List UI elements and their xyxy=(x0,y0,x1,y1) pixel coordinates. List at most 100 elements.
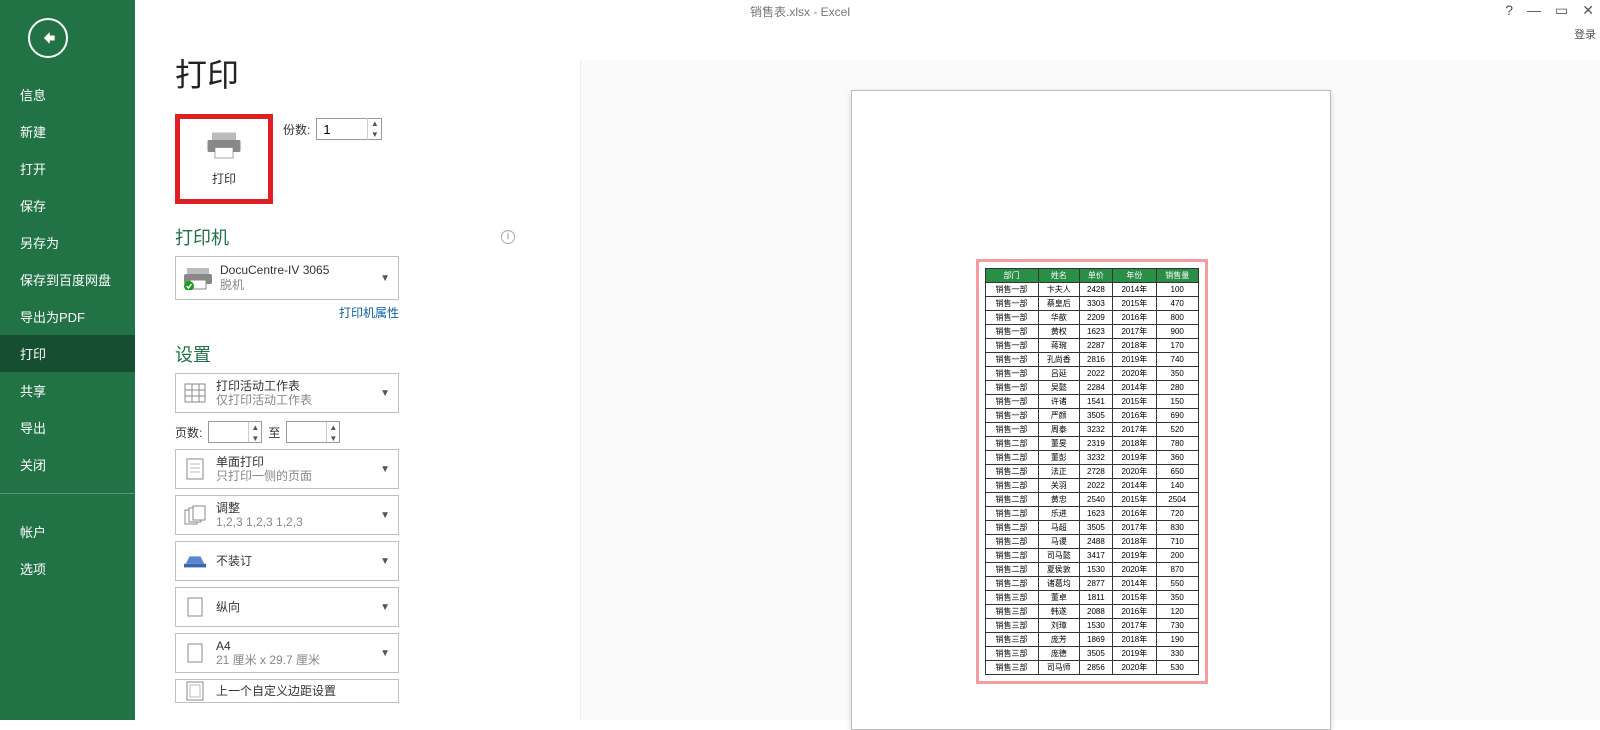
copies-input[interactable]: 1 ▲▼ xyxy=(316,118,382,140)
print-sides-select[interactable]: 单面打印只打印一侧的页面 ▼ xyxy=(175,449,399,489)
sidebar-item-open[interactable]: 打开 xyxy=(0,150,135,187)
margins-icon xyxy=(184,680,206,702)
chevron-down-icon: ▼ xyxy=(380,602,390,613)
table-row: 销售二部法正27282020年650 xyxy=(985,465,1198,479)
table-row: 销售三部庞德35052019年330 xyxy=(985,647,1198,661)
staple-select[interactable]: 不装订 ▼ xyxy=(175,541,399,581)
help-icon[interactable]: ? xyxy=(1505,2,1513,19)
table-row: 销售三部庞芳18692018年190 xyxy=(985,633,1198,647)
minimize-icon[interactable]: — xyxy=(1527,2,1541,19)
close-icon[interactable]: ✕ xyxy=(1582,2,1594,19)
table-row: 销售二部司马懿34172019年200 xyxy=(985,549,1198,563)
table-header: 姓名 xyxy=(1038,269,1080,283)
titlebar: 销售表.xlsx - Excel ? — ▭ ✕ xyxy=(0,0,1600,24)
printer-heading: 打印机 xyxy=(175,224,229,250)
sidebar-item-exportpdf[interactable]: 导出为PDF xyxy=(0,298,135,335)
chevron-down-icon: ▼ xyxy=(380,648,390,659)
login-link[interactable]: 登录 xyxy=(1574,26,1596,42)
sidebar-item-saveas[interactable]: 另存为 xyxy=(0,224,135,261)
table-row: 销售一部蒋琬22872018年170 xyxy=(985,339,1198,353)
table-row: 销售一部孔尚香28162019年740 xyxy=(985,353,1198,367)
print-button-label: 打印 xyxy=(212,170,236,187)
printer-properties-link[interactable]: 打印机属性 xyxy=(175,304,399,321)
table-row: 销售二部诸葛均28772014年550 xyxy=(985,577,1198,591)
printer-status-icon xyxy=(184,266,212,290)
printer-status: 脱机 xyxy=(220,278,372,293)
stapler-icon xyxy=(184,550,206,572)
copies-value: 1 xyxy=(317,122,367,137)
pages-to-input[interactable]: ▲▼ xyxy=(286,421,340,443)
copies-down[interactable]: ▼ xyxy=(368,129,381,140)
sidebar-item-new[interactable]: 新建 xyxy=(0,113,135,150)
table-row: 销售一部华歆22092016年800 xyxy=(985,311,1198,325)
sidebar-item-account[interactable]: 帐户 xyxy=(0,513,135,550)
sidebar-item-save[interactable]: 保存 xyxy=(0,187,135,224)
pages-label: 页数: xyxy=(175,424,202,441)
print-preview: 部门姓名单价年份销售量 销售一部卞夫人24282014年100销售一部蔡皇后33… xyxy=(580,60,1600,720)
paper-icon xyxy=(184,642,206,664)
table-row: 销售三部董卓18112015年350 xyxy=(985,591,1198,605)
preview-highlight: 部门姓名单价年份销售量 销售一部卞夫人24282014年100销售一部蔡皇后33… xyxy=(976,259,1208,684)
collate-select[interactable]: 调整1,2,3 1,2,3 1,2,3 ▼ xyxy=(175,495,399,535)
info-icon[interactable]: i xyxy=(501,230,515,244)
table-row: 销售二部马超35052017年830 xyxy=(985,521,1198,535)
table-row: 销售一部严颜35052016年690 xyxy=(985,409,1198,423)
sidebar-item-options[interactable]: 选项 xyxy=(0,550,135,587)
table-row: 销售二部马谡24882018年710 xyxy=(985,535,1198,549)
pages-from-input[interactable]: ▲▼ xyxy=(208,421,262,443)
printer-select[interactable]: DocuCentre-IV 3065 脱机 ▼ xyxy=(175,256,399,300)
print-scope-select[interactable]: 打印活动工作表仅打印活动工作表 ▼ xyxy=(175,373,399,413)
sidebar-item-share[interactable]: 共享 xyxy=(0,372,135,409)
chevron-down-icon: ▼ xyxy=(380,464,390,475)
paper-size-select[interactable]: A421 厘米 x 29.7 厘米 ▼ xyxy=(175,633,399,673)
table-row: 销售二部夏侯敦15302020年870 xyxy=(985,563,1198,577)
orientation-select[interactable]: 纵向 ▼ xyxy=(175,587,399,627)
settings-heading: 设置 xyxy=(175,341,211,367)
table-header: 年份 xyxy=(1112,269,1156,283)
table-row: 销售三部司马师28562020年530 xyxy=(985,661,1198,675)
table-row: 销售二部黄忠25402015年2504 xyxy=(985,493,1198,507)
portrait-icon xyxy=(184,596,206,618)
table-header: 单价 xyxy=(1080,269,1113,283)
table-row: 销售一部卞夫人24282014年100 xyxy=(985,283,1198,297)
printer-name: DocuCentre-IV 3065 xyxy=(220,263,372,278)
page-title: 打印 xyxy=(175,50,555,96)
page-single-icon xyxy=(184,458,206,480)
sidebar-item-baidu[interactable]: 保存到百度网盘 xyxy=(0,261,135,298)
sidebar-item-info[interactable]: 信息 xyxy=(0,76,135,113)
restore-icon[interactable]: ▭ xyxy=(1555,2,1568,19)
table-header: 部门 xyxy=(985,269,1038,283)
sidebar-item-close[interactable]: 关闭 xyxy=(0,446,135,483)
table-row: 销售二部关羽20222014年140 xyxy=(985,479,1198,493)
printer-icon xyxy=(206,132,242,160)
chevron-down-icon: ▼ xyxy=(380,273,390,284)
chevron-down-icon: ▼ xyxy=(380,556,390,567)
margins-select[interactable]: 上一个自定义边距设置 xyxy=(175,679,399,703)
sidebar-item-print[interactable]: 打印 xyxy=(0,335,135,372)
copies-label: 份数: xyxy=(283,121,310,138)
chevron-down-icon: ▼ xyxy=(380,388,390,399)
sheet-icon xyxy=(184,382,206,404)
sidebar-menu: 信息 新建 打开 保存 另存为 保存到百度网盘 导出为PDF 打印 共享 导出 … xyxy=(0,76,135,587)
collate-icon xyxy=(184,504,206,526)
table-row: 销售二部乐进16232016年720 xyxy=(985,507,1198,521)
preview-page: 部门姓名单价年份销售量 销售一部卞夫人24282014年100销售一部蔡皇后33… xyxy=(851,90,1331,730)
table-header: 销售量 xyxy=(1156,269,1198,283)
copies-up[interactable]: ▲ xyxy=(368,118,381,129)
preview-table: 部门姓名单价年份销售量 销售一部卞夫人24282014年100销售一部蔡皇后33… xyxy=(985,268,1199,675)
table-row: 销售一部周泰32322017年520 xyxy=(985,423,1198,437)
window-controls: ? — ▭ ✕ xyxy=(1505,2,1594,19)
table-row: 销售二部董彭32322019年360 xyxy=(985,451,1198,465)
table-row: 销售一部黄权16232017年900 xyxy=(985,325,1198,339)
table-row: 销售一部许诸15412015年150 xyxy=(985,395,1198,409)
back-button[interactable] xyxy=(28,18,68,58)
chevron-down-icon: ▼ xyxy=(380,510,390,521)
table-row: 销售二部董旻23192018年780 xyxy=(985,437,1198,451)
backstage-sidebar: 信息 新建 打开 保存 另存为 保存到百度网盘 导出为PDF 打印 共享 导出 … xyxy=(0,0,135,720)
table-row: 销售三部刘璋15302017年730 xyxy=(985,619,1198,633)
print-button[interactable]: 打印 xyxy=(175,114,273,204)
pages-to-label: 至 xyxy=(268,424,280,441)
sidebar-item-export[interactable]: 导出 xyxy=(0,409,135,446)
table-row: 销售一部吕延20222020年350 xyxy=(985,367,1198,381)
table-row: 销售一部蔡皇后33032015年470 xyxy=(985,297,1198,311)
